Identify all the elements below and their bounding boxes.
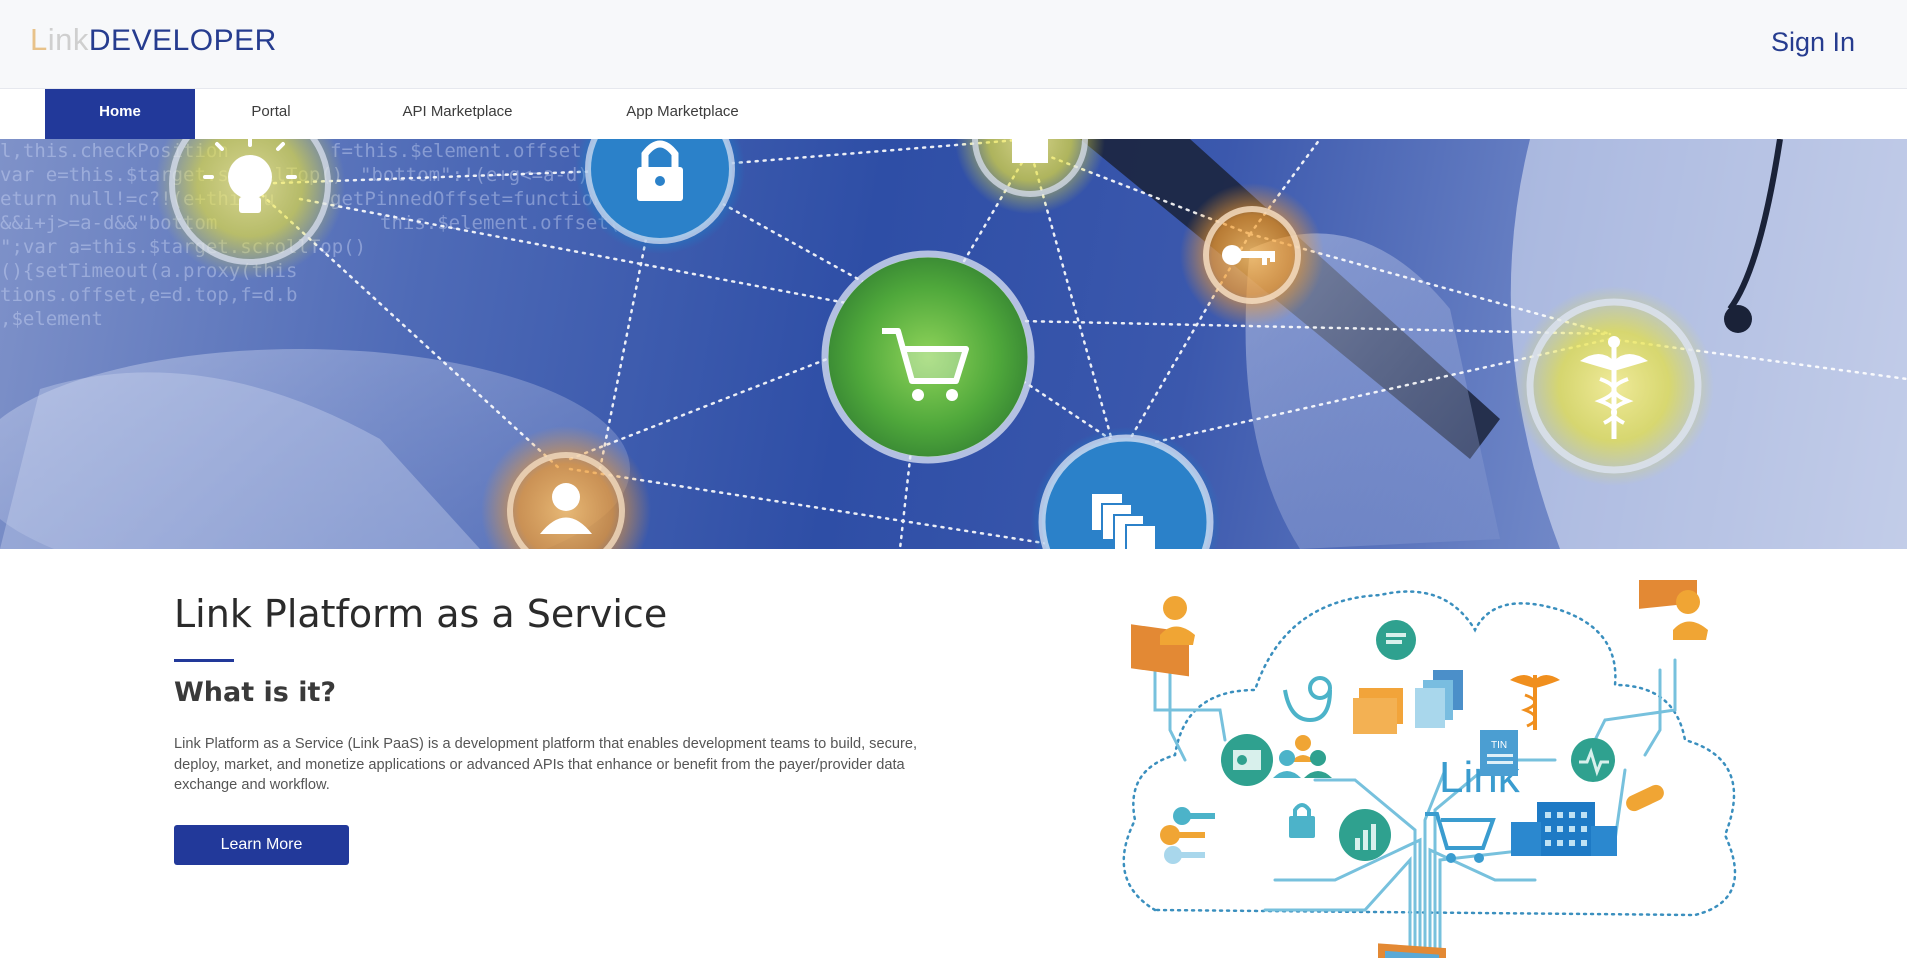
laptop-user-icon-right <box>1639 580 1708 640</box>
svg-text:f=this.$element.offset: f=this.$element.offset <box>330 140 582 162</box>
svg-text:TIN: TIN <box>1491 740 1507 751</box>
files-icon <box>1031 427 1221 549</box>
hero-banner: l,this.checkPosition var e=this.$target.… <box>0 139 1907 549</box>
pill-icon <box>1626 784 1664 812</box>
keys-icon <box>1160 807 1215 864</box>
lightbulb-icon <box>155 139 345 279</box>
logo[interactable]: LinkDEVELOPER <box>30 22 277 58</box>
sign-in-link[interactable]: Sign In <box>1771 27 1855 58</box>
description-text: Link Platform as a Service (Link PaaS) i… <box>174 736 918 793</box>
logo-developer: DEVELOPER <box>88 24 277 57</box>
hospital-icon <box>1511 802 1617 856</box>
learn-more-button[interactable]: Learn More <box>174 825 349 865</box>
tab-home[interactable]: Home <box>45 89 195 139</box>
title-divider <box>174 659 234 662</box>
site-header: LinkDEVELOPER Sign In <box>0 0 1907 89</box>
documents-icon <box>1415 670 1463 728</box>
profile-card-icon <box>1221 734 1273 786</box>
folder-icon <box>1353 688 1403 734</box>
document-icon <box>955 139 1105 214</box>
logo-letter-l: L <box>30 22 48 57</box>
section-subtitle: What is it? <box>174 677 337 708</box>
caduceus-icon-orange <box>1510 675 1560 730</box>
main-nav: Home Portal API Marketplace App Marketpl… <box>0 89 1907 139</box>
shopping-cart-icon <box>821 250 1035 464</box>
caduceus-icon <box>1514 286 1714 486</box>
tin-building-icon: TIN <box>1480 730 1518 776</box>
svg-text:tions.offset,e=d.top,f=d.b: tions.offset,e=d.top,f=d.b <box>0 284 297 306</box>
link-cloud-illustration: Link TIN <box>1122 580 1737 958</box>
lock-icon-small <box>1289 803 1315 838</box>
tab-api-marketplace[interactable]: API Marketplace <box>380 89 535 139</box>
hero-network-graphic: l,this.checkPosition var e=this.$target.… <box>0 139 1907 549</box>
people-group-icon <box>1273 735 1332 778</box>
tab-app-marketplace[interactable]: App Marketplace <box>600 89 765 139</box>
logo-letters-ink: ink <box>47 22 89 57</box>
page-title: Link Platform as a Service <box>174 592 668 636</box>
tab-portal[interactable]: Portal <box>210 89 332 139</box>
key-icon <box>1180 183 1324 327</box>
lock-icon <box>575 139 745 254</box>
health-monitor-icon <box>1571 738 1615 782</box>
laptop-user-icon-left <box>1131 596 1195 677</box>
bar-chart-icon <box>1339 809 1391 861</box>
stethoscope-icon <box>1283 689 1332 723</box>
svg-text:getPinnedOffset=function: getPinnedOffset=function <box>330 188 605 210</box>
svg-text:,$element: ,$element <box>0 308 103 330</box>
chat-icon <box>1376 620 1416 660</box>
